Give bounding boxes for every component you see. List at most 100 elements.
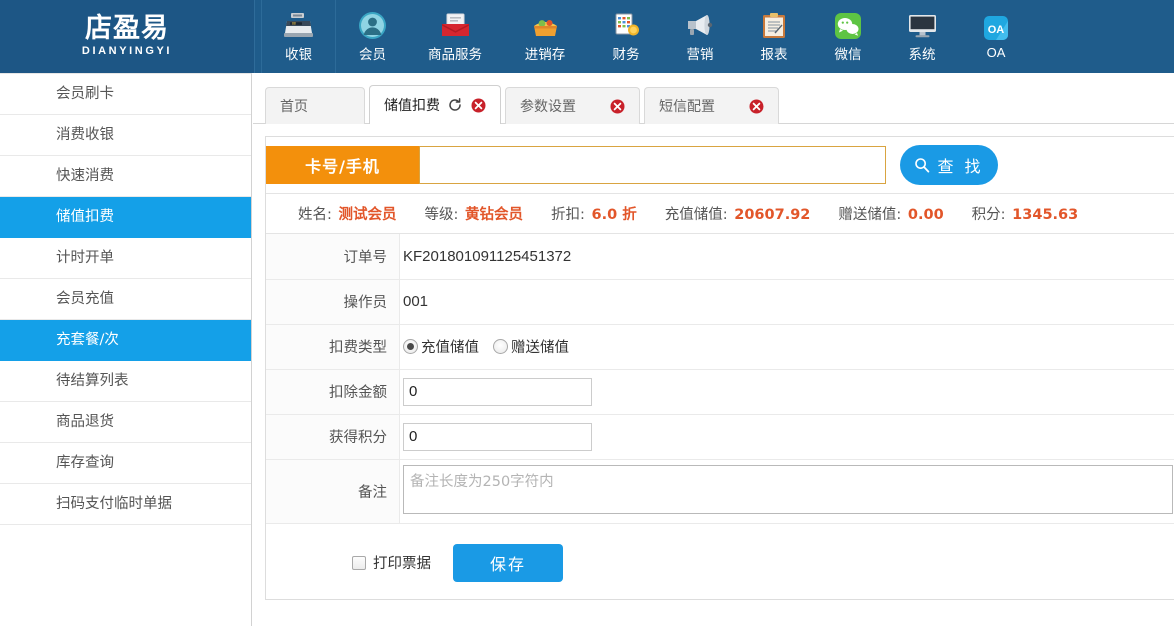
app-logo[interactable]: 店盈易 DIANYINGYI xyxy=(0,0,255,73)
nav-label: 系统 xyxy=(908,46,936,63)
nav-item-inventory[interactable]: 进销存 xyxy=(501,0,589,73)
close-icon[interactable] xyxy=(610,99,625,114)
member-info-strip: 姓名: 测试会员 等级: 黄钻会员 折扣: 6.0 折 充值储值: 20607.… xyxy=(266,193,1174,234)
member-info-recharge-balance-value: 20607.92 xyxy=(734,207,811,223)
tab-label: 首页 xyxy=(280,99,308,115)
deduction-form: 订单号 KF201801091125451372 操作员 001 扣费类型 充值… xyxy=(266,234,1174,524)
form-row-order-no: 订单号 KF201801091125451372 xyxy=(266,234,1174,279)
operator-value: 001 xyxy=(403,293,429,310)
cash-register-icon: 88 xyxy=(282,11,315,41)
sidebar-item-member-recharge[interactable]: 会员充值 xyxy=(0,279,251,320)
search-icon xyxy=(914,157,930,173)
member-info-gift-balance-value: 0.00 xyxy=(907,207,944,223)
form-row-deduct-type: 扣费类型 充值储值 赠送储值 xyxy=(266,324,1174,369)
form-row-remark: 备注 xyxy=(266,459,1174,523)
deduct-amount-input[interactable] xyxy=(403,377,592,406)
radio-option-gift-balance[interactable]: 赠送储值 xyxy=(493,336,569,357)
tab-label: 短信配置 xyxy=(659,99,715,115)
oa-icon: OA xyxy=(980,13,1013,43)
clipboard-report-icon xyxy=(758,11,791,41)
nav-label: 收银 xyxy=(285,46,312,63)
nav-item-member[interactable]: 会员 xyxy=(335,0,409,73)
sidebar-item-product-return[interactable]: 商品退货 xyxy=(0,402,251,443)
radio-button-icon[interactable] xyxy=(493,339,508,354)
nav-item-marketing[interactable]: 营销 xyxy=(663,0,737,73)
nav-item-product-service[interactable]: 商品服务 xyxy=(409,0,501,73)
member-info-points-value: 1345.63 xyxy=(1012,207,1079,223)
logo-text-cn: 店盈易 xyxy=(85,12,169,44)
member-info-name-value: 测试会员 xyxy=(338,207,397,223)
nav-item-finance[interactable]: 财务 xyxy=(589,0,663,73)
logo-text-en: DIANYINGYI xyxy=(81,45,173,58)
nav-label: 财务 xyxy=(612,46,640,63)
sidebar-item-quick-consumption[interactable]: 快速消费 xyxy=(0,156,251,197)
close-icon[interactable] xyxy=(471,98,486,113)
remark-textarea[interactable] xyxy=(403,464,1173,514)
nav-label: 报表 xyxy=(760,46,788,63)
nav-item-wechat[interactable]: 微信 xyxy=(811,0,885,73)
form-row-deduct-amount: 扣除金额 xyxy=(266,369,1174,414)
nav-label: 微信 xyxy=(834,46,862,63)
member-info-level: 等级: 黄钻会员 xyxy=(425,203,524,224)
sidebar-item-scan-pay-temp-order[interactable]: 扫码支付临时单据 xyxy=(0,484,251,525)
nav-item-oa[interactable]: OA OA xyxy=(959,0,1033,73)
nav-item-report[interactable]: 报表 xyxy=(737,0,811,73)
svg-text:88: 88 xyxy=(292,22,296,26)
sidebar-item-pending-settlement[interactable]: 待结算列表 xyxy=(0,361,251,402)
member-info-gift-balance-label: 赠送储值: xyxy=(838,207,902,223)
tab-stored-value-deduction[interactable]: 储值扣费 xyxy=(369,85,501,124)
top-navigation-bar: 店盈易 DIANYINGYI 88 收银 会员 商品服务 进销存 财务 营销 报… xyxy=(0,0,1174,73)
sidebar-item-consumption-checkout[interactable]: 消费收银 xyxy=(0,115,251,156)
card-number-input[interactable] xyxy=(419,146,886,184)
sidebar-item-package-recharge[interactable]: 充套餐/次 xyxy=(0,320,251,361)
member-info-points-label: 积分: xyxy=(971,207,1006,223)
card-number-label: 卡号/手机 xyxy=(266,146,419,184)
member-info-recharge-balance-label: 充值储值: xyxy=(664,207,728,223)
radio-option-recharge-balance[interactable]: 充值储值 xyxy=(403,336,479,357)
earned-points-input[interactable] xyxy=(403,422,592,451)
nav-item-system[interactable]: 系统 xyxy=(885,0,959,73)
finance-abacus-icon xyxy=(610,11,643,41)
member-info-points: 积分: 1345.63 xyxy=(972,203,1079,224)
search-button-label: 查 找 xyxy=(937,157,984,176)
top-nav-items: 88 收银 会员 商品服务 进销存 财务 营销 报表 微信 系统 OA OA xyxy=(255,0,1174,73)
megaphone-icon xyxy=(684,11,717,41)
member-info-gift-balance: 赠送储值: 0.00 xyxy=(838,203,943,224)
print-receipt-checkbox[interactable] xyxy=(352,555,366,570)
refresh-icon[interactable] xyxy=(448,98,462,112)
order-no-value: KF201801091125451372 xyxy=(403,247,572,265)
monitor-system-icon xyxy=(906,11,939,41)
tab-parameter-settings[interactable]: 参数设置 xyxy=(505,87,640,124)
deduct-type-label: 扣费类型 xyxy=(266,324,400,369)
member-info-discount-value: 6.0 折 xyxy=(591,207,637,223)
sidebar-item-member-swipe[interactable]: 会员刷卡 xyxy=(0,74,251,115)
wechat-icon xyxy=(832,11,865,41)
tab-label: 参数设置 xyxy=(520,99,576,115)
sidebar-item-timed-order[interactable]: 计时开单 xyxy=(0,238,251,279)
member-info-name: 姓名: 测试会员 xyxy=(298,203,397,224)
save-button[interactable]: 保存 xyxy=(453,543,563,582)
main-content-area: 卡号/手机 查 找 姓名: 测试会员 等级: 黄钻会员 折扣: 6.0 折 充值… xyxy=(253,124,1174,626)
tab-home[interactable]: 首页 xyxy=(265,87,365,124)
nav-label: 营销 xyxy=(686,46,714,63)
search-button[interactable]: 查 找 xyxy=(900,145,998,185)
tab-sms-config[interactable]: 短信配置 xyxy=(644,87,779,124)
tab-label: 储值扣费 xyxy=(384,98,440,114)
sidebar-item-stored-value-deduction[interactable]: 储值扣费 xyxy=(0,197,251,238)
order-no-label: 订单号 xyxy=(266,234,400,279)
nav-label: 进销存 xyxy=(524,46,566,63)
radio-option-label: 赠送储值 xyxy=(511,340,569,356)
member-info-recharge-balance: 充值储值: 20607.92 xyxy=(665,203,811,224)
nav-item-cashier[interactable]: 88 收银 xyxy=(261,0,335,73)
operator-label: 操作员 xyxy=(266,279,400,324)
print-receipt-label[interactable]: 打印票据 xyxy=(373,552,431,573)
inventory-icon xyxy=(529,11,562,41)
left-sidebar-menu: 会员刷卡 消费收银 快速消费 储值扣费 计时开单 会员充值 充套餐/次 待结算列… xyxy=(0,73,252,626)
nav-label: OA xyxy=(986,45,1006,60)
radio-button-selected-icon[interactable] xyxy=(403,339,418,354)
close-icon[interactable] xyxy=(749,99,764,114)
member-info-level-label: 等级: xyxy=(424,207,459,223)
card-search-row: 卡号/手机 查 找 xyxy=(266,137,1174,193)
sidebar-item-stock-query[interactable]: 库存查询 xyxy=(0,443,251,484)
form-row-operator: 操作员 001 xyxy=(266,279,1174,324)
